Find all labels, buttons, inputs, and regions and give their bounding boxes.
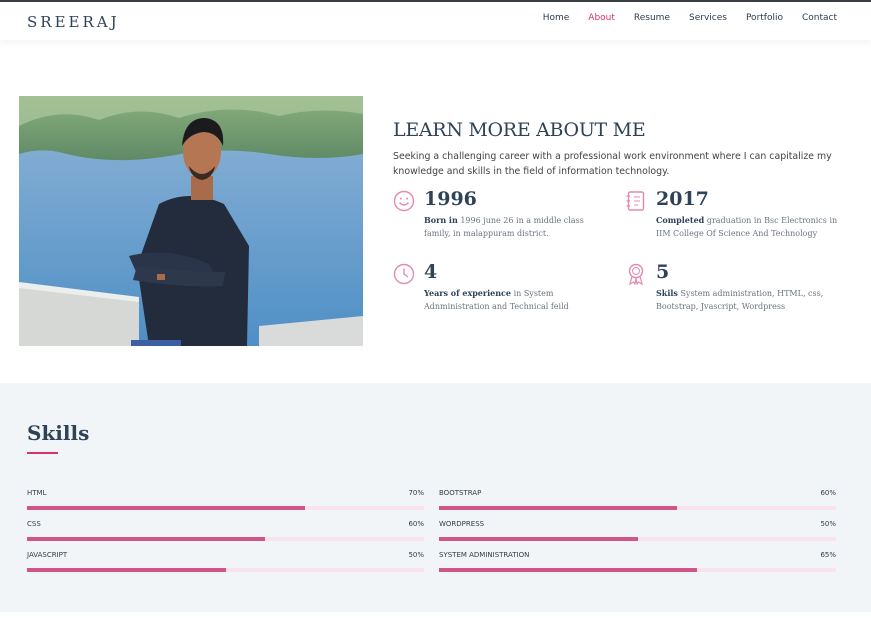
skill-name: SYSTEM ADMINISTRATION [439,551,530,559]
site-header: SREERAJ Home About Resume Services Portf… [0,2,871,40]
skill-javascript: JAVASCRIPT 50% [27,551,424,575]
progress-track [27,537,424,541]
stat-text: Completed graduation in Bsc Electronics … [656,215,838,238]
nav-home[interactable]: Home [543,13,570,23]
award-icon [625,263,647,286]
nav-services[interactable]: Services [689,13,727,23]
nav-resume[interactable]: Resume [634,13,670,23]
skills-section: Skills HTML 70% BOOTSTRAP 60% CSS 60% WO… [0,383,871,612]
skill-percent: 60% [820,489,836,497]
stat-number: 1996 [424,188,477,210]
stat-text: Skils System administration, HTML, css, … [656,288,824,311]
skill-name: JAVASCRIPT [27,551,68,559]
about-title: LEARN MORE ABOUT ME [393,119,646,141]
skill-bootstrap: BOOTSTRAP 60% [439,489,836,513]
progress-fill [439,506,678,510]
stat-text: Years of experience in System Adnministr… [424,288,569,311]
smiley-icon [393,190,415,212]
skill-wordpress: WORDPRESS 50% [439,520,836,544]
main-nav: Home About Resume Services Portfolio Con… [543,13,837,23]
progress-track [439,568,836,572]
stat-number: 4 [424,261,438,283]
progress-fill [27,506,305,510]
nav-about[interactable]: About [588,13,615,23]
progress-fill [27,537,266,541]
nav-contact[interactable]: Contact [802,13,837,23]
stat-number: 5 [656,261,670,283]
bottom-strip [0,612,871,618]
skill-name: HTML [27,489,47,497]
stat-text: Born in 1996 june 26 in a middle class f… [424,215,584,238]
progress-track [439,537,836,541]
skill-percent: 50% [408,551,424,559]
nav-portfolio[interactable]: Portfolio [746,13,783,23]
skill-percent: 65% [820,551,836,559]
profile-photo [19,96,363,346]
progress-track [27,506,424,510]
progress-track [27,568,424,572]
skill-name: WORDPRESS [439,520,485,528]
journal-icon [625,190,647,212]
progress-fill [439,568,698,572]
title-underline [27,452,58,454]
skill-name: BOOTSTRAP [439,489,482,497]
skill-percent: 70% [408,489,424,497]
skill-html: HTML 70% [27,489,424,513]
stat-number: 2017 [656,188,709,210]
progress-fill [27,568,226,572]
skill-name: CSS [27,520,41,528]
skill-percent: 60% [408,520,424,528]
clock-icon [393,263,415,285]
skills-title: Skills [27,421,90,445]
skill-system-administration: SYSTEM ADMINISTRATION 65% [439,551,836,575]
brand-logo[interactable]: SREERAJ [27,13,120,31]
skill-css: CSS 60% [27,520,424,544]
progress-fill [439,537,638,541]
about-description: Seeking a challenging career with a prof… [393,151,832,177]
progress-track [439,506,836,510]
skill-percent: 50% [820,520,836,528]
